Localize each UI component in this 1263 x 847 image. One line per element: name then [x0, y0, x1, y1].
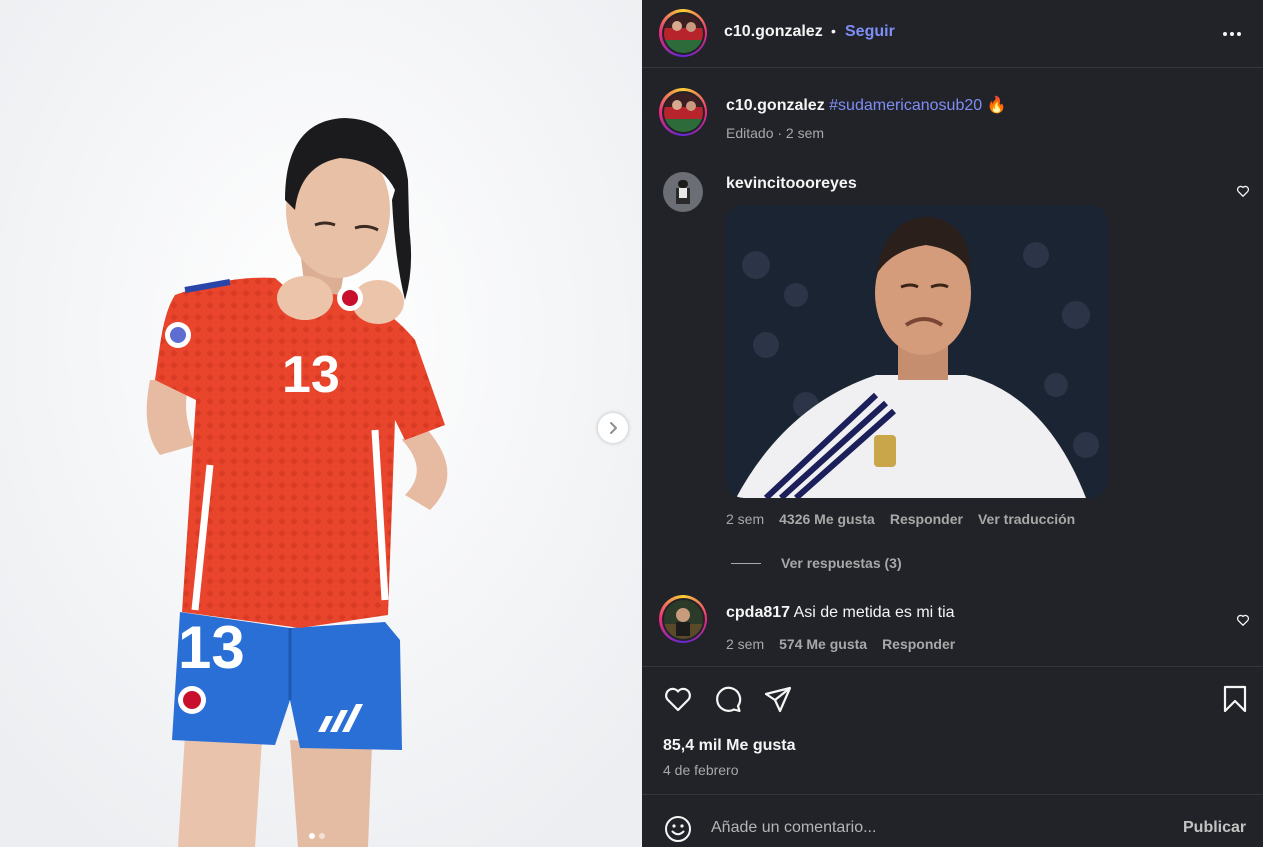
comment-time: 2 sem — [726, 511, 765, 527]
comment-icon[interactable] — [713, 684, 743, 714]
post-media[interactable]: 13 13 — [0, 0, 642, 847]
more-options-button[interactable] — [1220, 24, 1244, 44]
comment-username[interactable]: cpda817 — [726, 604, 790, 621]
more-horizontal-icon — [1223, 32, 1241, 36]
post-date: 4 de febrero — [663, 762, 739, 778]
player-photo: 13 13 — [0, 0, 642, 847]
comment-gif[interactable] — [726, 205, 1108, 498]
send-icon[interactable] — [763, 684, 793, 714]
publish-button[interactable]: Publicar — [1183, 819, 1246, 837]
caption-author-avatar[interactable] — [659, 88, 707, 136]
avatar-image — [663, 599, 703, 639]
avatar-image — [663, 13, 703, 53]
post-actions: 85,4 mil Me gusta 4 de febrero — [642, 666, 1263, 794]
carousel-dot — [319, 833, 325, 839]
carousel-indicator — [309, 833, 325, 839]
comment-time: 2 sem — [726, 636, 765, 652]
caption-meta: Editado · 2 sem — [726, 125, 825, 141]
comment-text: Asi de metida es mi tia — [793, 604, 955, 621]
separator-dot: • — [831, 23, 836, 39]
comment-like-heart-icon[interactable] — [1236, 184, 1250, 198]
view-replies-label: Ver respuestas (3) — [781, 555, 902, 571]
translate-button[interactable]: Ver traducción — [978, 511, 1075, 527]
author-username[interactable]: c10.gonzalez — [724, 23, 823, 41]
caption-hashtag[interactable]: #sudamericanosub20 — [829, 97, 982, 114]
smiley-icon[interactable] — [663, 814, 693, 844]
carousel-dot-active — [309, 833, 315, 839]
replies-divider — [731, 562, 761, 564]
post-details-panel: c10.gonzalez • Seguir c10.gonzalez #suda… — [642, 0, 1263, 847]
fire-emoji: 🔥 — [986, 97, 1007, 114]
post-header: c10.gonzalez • Seguir — [642, 0, 1263, 68]
comment-like-heart-icon[interactable] — [1236, 613, 1250, 627]
author-avatar[interactable] — [659, 9, 707, 57]
next-slide-button[interactable] — [598, 413, 628, 443]
heart-icon[interactable] — [663, 684, 693, 714]
reply-button[interactable]: Responder — [890, 511, 963, 527]
likes-count[interactable]: 85,4 mil Me gusta — [663, 737, 796, 755]
comment-meta: 2 sem 574 Me gusta Responder — [726, 636, 955, 652]
commenter-avatar[interactable] — [659, 595, 707, 643]
follow-button[interactable]: Seguir — [845, 23, 895, 41]
chevron-right-icon — [610, 422, 617, 434]
reply-button[interactable]: Responder — [882, 636, 955, 652]
comment-likes[interactable]: 574 Me gusta — [779, 636, 867, 652]
comment-likes[interactable]: 4326 Me gusta — [779, 511, 875, 527]
caption-username[interactable]: c10.gonzalez — [726, 97, 825, 114]
comment-composer: Publicar — [642, 794, 1263, 847]
view-replies-button[interactable]: Ver respuestas (3) — [731, 555, 902, 571]
comment-username[interactable]: kevincitoooreyes — [726, 175, 857, 193]
commenter-avatar[interactable] — [663, 172, 703, 212]
shirt-number: 13 — [282, 346, 340, 404]
avatar-image — [663, 172, 703, 212]
avatar-image — [663, 92, 703, 132]
gif-image — [726, 205, 1108, 498]
comment-meta: 2 sem 4326 Me gusta Responder Ver traduc… — [726, 511, 1075, 527]
comment-input[interactable] — [711, 815, 1161, 841]
bookmark-icon[interactable] — [1220, 684, 1250, 714]
shorts-number: 13 — [178, 614, 245, 681]
